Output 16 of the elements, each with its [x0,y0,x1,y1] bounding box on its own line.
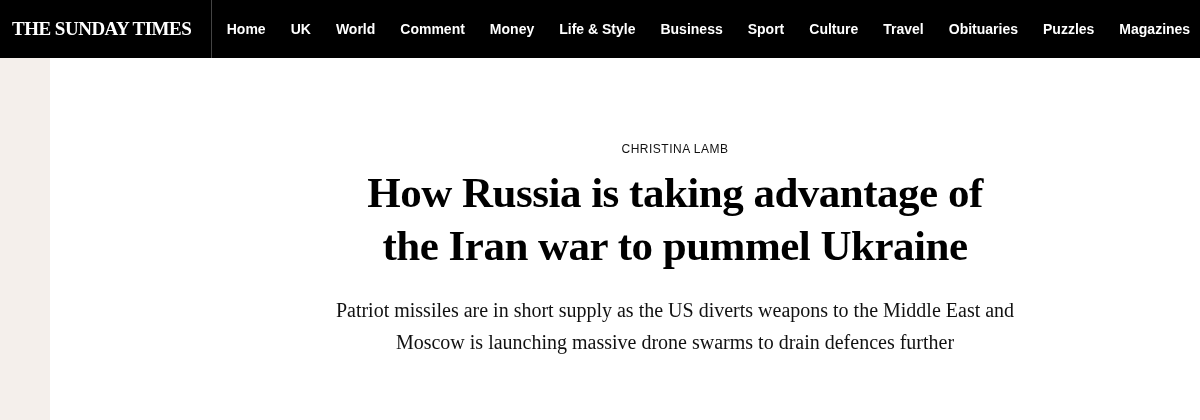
byline[interactable]: CHRISTINA LAMB [621,142,729,156]
nav-link[interactable]: Culture [796,21,871,37]
nav-link[interactable]: Home [214,21,279,37]
nav-link[interactable]: Puzzles [1030,21,1107,37]
nav-link[interactable]: Business [647,21,736,37]
nav-link[interactable]: Sport [735,21,797,37]
nav-link[interactable]: Life & Style [546,21,648,37]
nav-link[interactable]: Money [477,21,547,37]
nav-link[interactable]: UK [278,21,324,37]
nav-link[interactable]: World [323,21,388,37]
nav-link[interactable]: Obituaries [936,21,1031,37]
standfirst: Patriot missiles are in short supply as the US diverts weapons to the Middle East and Moscow is launching massive drone swarms to drain defences further [334,298,1016,356]
nav-link[interactable]: Magazines [1106,21,1200,37]
nav-link[interactable]: Travel [870,21,937,37]
headline: How Russia is taking advantage of the Iran war to pummel Ukraine [366,168,985,271]
nav-link[interactable]: Comment [387,21,478,37]
